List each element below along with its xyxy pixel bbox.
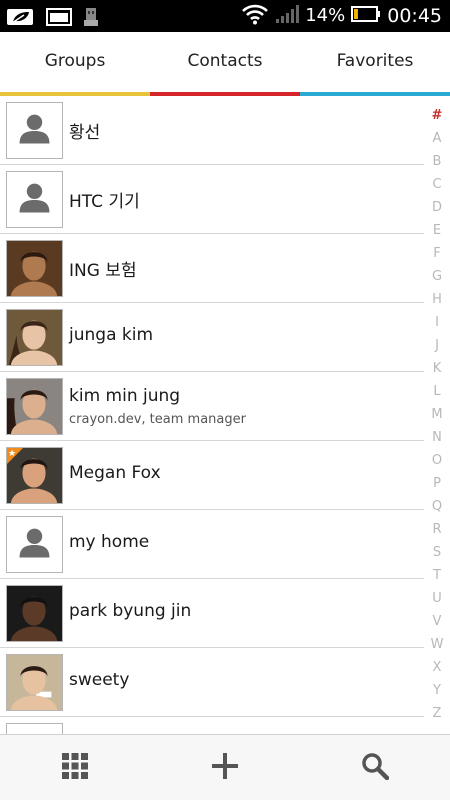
contact-row[interactable]: ING 보험 <box>0 234 424 303</box>
tab-label: Contacts <box>187 51 263 71</box>
alpha-index-u[interactable]: U <box>432 587 442 610</box>
contact-row[interactable]: 황선 <box>0 96 424 165</box>
alphabet-index[interactable]: # A B C D E F G H I J K L M N O P Q R S T U V W X Y Z <box>424 104 450 724</box>
contact-photo <box>6 240 63 297</box>
usb-icon <box>82 6 100 32</box>
grid-button[interactable] <box>0 735 150 800</box>
gallery-icon <box>46 7 72 31</box>
alpha-index-k[interactable]: K <box>433 357 442 380</box>
contact-photo <box>6 585 63 642</box>
alpha-index-g[interactable]: G <box>432 265 442 288</box>
contact-row[interactable]: my home <box>0 510 424 579</box>
alpha-index-hash[interactable]: # <box>432 104 443 127</box>
search-icon <box>361 752 390 784</box>
alpha-index-a[interactable]: A <box>433 127 442 150</box>
alpha-index-d[interactable]: D <box>432 196 442 219</box>
battery-icon <box>351 5 381 27</box>
alpha-index-c[interactable]: C <box>432 173 441 196</box>
status-bar: 14% 00:45 <box>0 0 450 32</box>
bottom-toolbar <box>0 734 450 800</box>
tab-label: Favorites <box>336 51 414 71</box>
signal-icon <box>275 4 300 28</box>
status-left <box>6 6 100 32</box>
contact-row[interactable] <box>0 717 424 734</box>
tab-favorites[interactable]: Favorites <box>300 32 450 96</box>
contact-row[interactable]: sweety <box>0 648 424 717</box>
contact-name: HTC 기기 <box>69 192 140 212</box>
contact-list[interactable]: 황선 HTC 기기 ING 보험 junga kim kim min jung … <box>0 96 424 734</box>
alpha-index-n[interactable]: N <box>432 426 442 449</box>
battery-percent: 14% <box>305 5 346 26</box>
status-right: 14% 00:45 <box>241 4 442 28</box>
grid-icon <box>62 752 88 783</box>
clock: 00:45 <box>387 5 442 27</box>
alpha-index-t[interactable]: T <box>433 564 441 587</box>
tab-contacts[interactable]: Contacts <box>150 32 300 96</box>
tab-groups[interactable]: Groups <box>0 32 150 96</box>
alpha-index-z[interactable]: Z <box>433 702 442 725</box>
add-contact-button[interactable] <box>150 735 300 800</box>
notification-leaf-icon <box>6 7 36 31</box>
alpha-index-b[interactable]: B <box>433 150 442 173</box>
contact-name: ING 보험 <box>69 261 137 281</box>
contact-subtitle: crayon.dev, team manager <box>69 412 246 427</box>
wifi-icon <box>241 3 269 29</box>
alpha-index-s[interactable]: S <box>433 541 441 564</box>
contact-avatar-placeholder-icon <box>6 171 63 228</box>
contact-name: junga kim <box>69 325 154 345</box>
contact-avatar-placeholder-icon <box>6 723 63 734</box>
alpha-index-y[interactable]: Y <box>433 679 441 702</box>
alpha-index-v[interactable]: V <box>433 610 442 633</box>
contact-row[interactable]: park byung jin <box>0 579 424 648</box>
contact-photo <box>6 309 63 366</box>
alpha-index-q[interactable]: Q <box>432 495 442 518</box>
search-button[interactable] <box>300 735 450 800</box>
alpha-index-f[interactable]: F <box>433 242 440 265</box>
alpha-index-x[interactable]: X <box>433 656 442 679</box>
contact-name: my home <box>69 532 150 552</box>
alpha-index-j[interactable]: J <box>435 334 439 357</box>
alpha-index-h[interactable]: H <box>432 288 442 311</box>
contact-name: kim min jung <box>69 386 181 406</box>
alpha-index-w[interactable]: W <box>431 633 444 656</box>
alpha-index-o[interactable]: O <box>432 449 442 472</box>
add-icon <box>211 752 239 784</box>
alpha-index-m[interactable]: M <box>431 403 442 426</box>
contact-photo <box>6 378 63 435</box>
alpha-index-l[interactable]: L <box>433 380 440 403</box>
contact-row[interactable]: kim min jung crayon.dev, team manager <box>0 372 424 441</box>
contact-name: 황선 <box>69 123 101 143</box>
contact-row[interactable]: junga kim <box>0 303 424 372</box>
contact-photo <box>6 654 63 711</box>
tab-bar: Groups Contacts Favorites <box>0 32 450 96</box>
alpha-index-p[interactable]: P <box>433 472 441 495</box>
tab-label: Groups <box>44 51 106 71</box>
contact-row[interactable]: Megan Fox <box>0 441 424 510</box>
contact-name: sweety <box>69 670 130 690</box>
contact-photo <box>6 447 63 504</box>
favorite-star-icon <box>7 448 23 464</box>
contact-name: Megan Fox <box>69 463 161 483</box>
contact-row[interactable]: HTC 기기 <box>0 165 424 234</box>
alpha-index-r[interactable]: R <box>432 518 441 541</box>
alpha-index-i[interactable]: I <box>435 311 439 334</box>
contact-avatar-placeholder-icon <box>6 102 63 159</box>
alpha-index-e[interactable]: E <box>433 219 441 242</box>
contact-name: park byung jin <box>69 601 192 621</box>
contact-avatar-placeholder-icon <box>6 516 63 573</box>
